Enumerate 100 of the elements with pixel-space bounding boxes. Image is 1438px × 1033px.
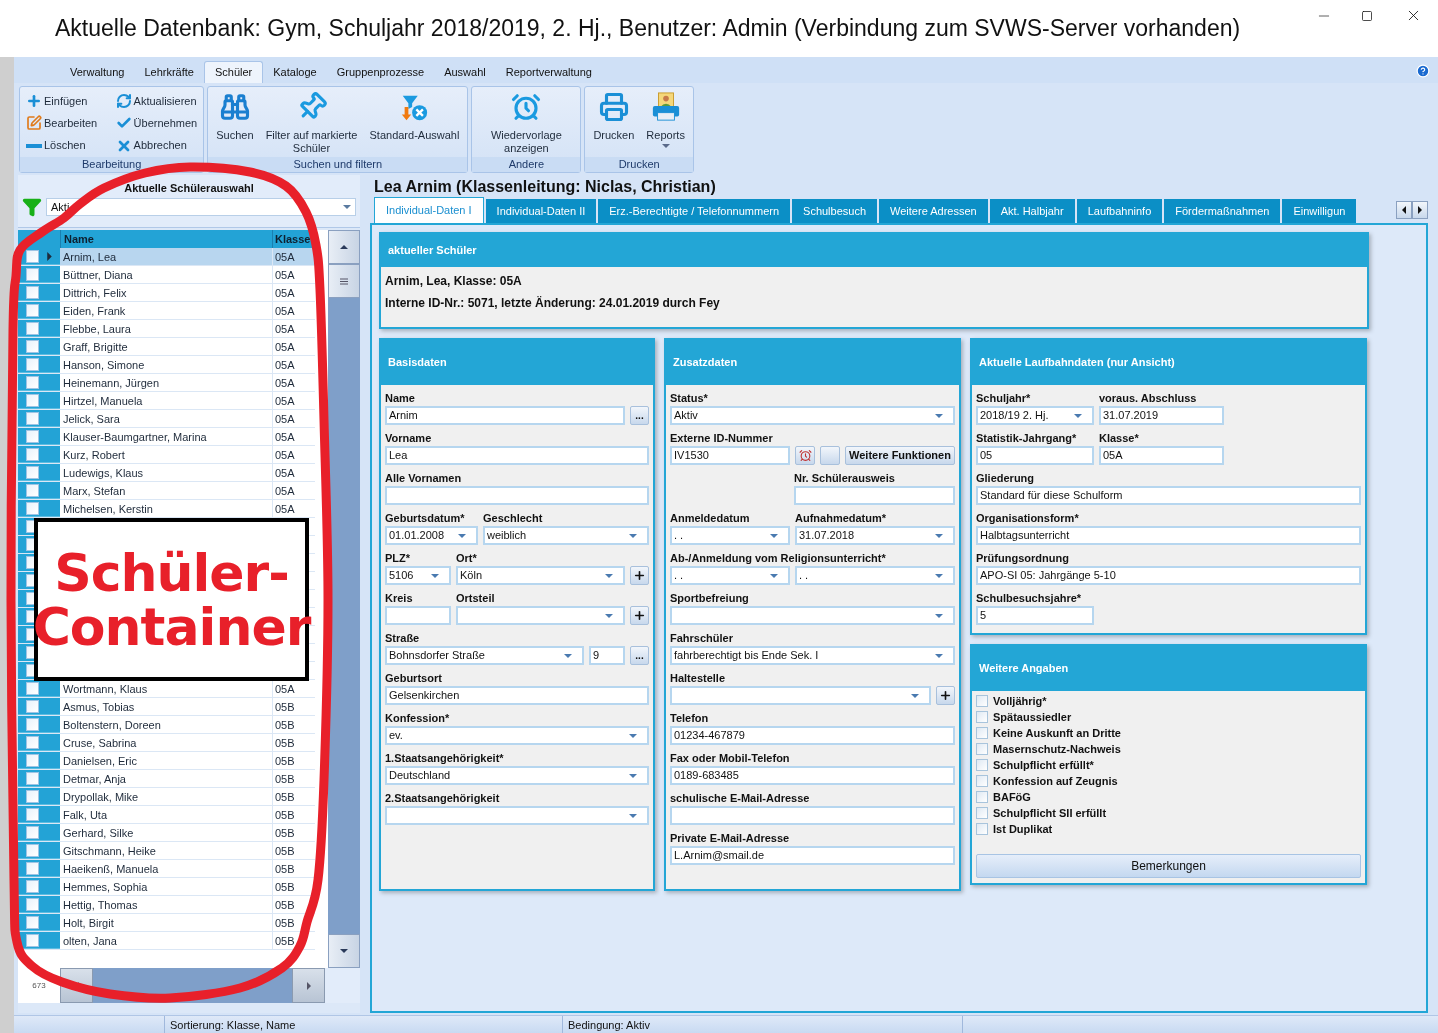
text-field[interactable]: Halbtagsunterricht	[976, 526, 1361, 545]
dropdown-field[interactable]: 5106	[385, 566, 451, 585]
row-checkbox[interactable]	[26, 933, 39, 947]
row-checkbox[interactable]	[26, 753, 39, 767]
scroll-thumb[interactable]	[328, 264, 360, 298]
ribbon-button[interactable]: Abbrechen	[113, 134, 200, 157]
row-checkbox[interactable]	[26, 574, 34, 587]
add-button[interactable]	[936, 686, 955, 705]
student-row[interactable]: Hirtzel, Manuela 05A	[18, 392, 315, 410]
student-row[interactable]: Arnim, Lea 05A	[18, 248, 315, 266]
student-row[interactable]: Büttner, Diana 05A	[18, 266, 315, 284]
row-checkbox[interactable]	[26, 735, 39, 749]
dropdown-field[interactable]: 31.07.2018	[795, 526, 955, 545]
ribbon-tab[interactable]: Verwaltung	[60, 61, 135, 83]
student-row[interactable]: Drypollak, Mike 05B	[18, 788, 315, 806]
row-checkbox[interactable]	[26, 897, 39, 911]
row-checkbox[interactable]	[26, 339, 39, 353]
ribbon-button[interactable]: Drucken	[589, 90, 639, 157]
student-row[interactable]: Detmar, Anja 05B	[18, 770, 315, 788]
maximize-icon[interactable]	[1361, 9, 1373, 22]
text-field[interactable]: 9	[589, 646, 625, 665]
checkbox[interactable]	[976, 711, 988, 723]
row-checkbox[interactable]	[26, 483, 39, 497]
row-checkbox[interactable]	[26, 861, 39, 875]
dropdown-field[interactable]: Bohnsdorfer Straße	[385, 646, 584, 665]
row-checkbox[interactable]	[26, 592, 34, 605]
tab[interactable]: Schulbesuch	[792, 199, 878, 223]
checkbox[interactable]	[976, 807, 988, 819]
text-field[interactable]: Arnim	[385, 406, 625, 425]
row-checkbox[interactable]	[26, 321, 39, 335]
ribbon-button[interactable]: Übernehmen	[113, 112, 200, 135]
help-icon[interactable]	[1416, 64, 1430, 78]
tab[interactable]: Weitere Adressen	[879, 199, 988, 223]
ribbon-button[interactable]: Wiedervorlage anzeigen	[476, 90, 577, 157]
ribbon-button[interactable]: Löschen	[24, 134, 110, 157]
filter-dropdown[interactable]: Akti	[46, 198, 356, 216]
ribbon-tab[interactable]: Auswahl	[434, 61, 496, 83]
row-checkbox[interactable]	[26, 520, 34, 533]
row-checkbox[interactable]	[26, 447, 39, 461]
checkbox[interactable]	[976, 775, 988, 787]
tab-scroll-right[interactable]	[1412, 201, 1428, 219]
row-checkbox[interactable]	[26, 538, 34, 551]
tab[interactable]: Einwilligun	[1282, 199, 1357, 223]
row-checkbox[interactable]	[26, 610, 34, 623]
checkbox[interactable]	[976, 727, 988, 739]
ribbon-button[interactable]: Filter auf markierte Schüler	[261, 90, 362, 157]
student-row[interactable]: olten, Jana 05B	[18, 932, 315, 950]
dropdown-field[interactable]: . .	[670, 526, 790, 545]
tab-scroll-left[interactable]	[1396, 201, 1412, 219]
student-row[interactable]: Ludewigs, Klaus 05A	[18, 464, 315, 482]
ribbon-tab[interactable]: Gruppenprozesse	[326, 61, 435, 83]
row-checkbox[interactable]	[26, 807, 39, 821]
row-checkbox[interactable]	[26, 249, 39, 263]
student-row[interactable]: Gitschmann, Heike 05B	[18, 842, 315, 860]
empty-button[interactable]	[820, 446, 840, 465]
row-checkbox[interactable]	[26, 681, 39, 695]
row-checkbox[interactable]	[26, 393, 39, 407]
functions-button[interactable]: Weitere Funktionen	[845, 446, 955, 465]
row-checkbox[interactable]	[26, 411, 39, 425]
scroll-right-button[interactable]	[292, 968, 325, 1003]
dropdown-field[interactable]: . .	[670, 566, 790, 585]
dropdown-field[interactable]: Deutschland	[385, 766, 649, 785]
row-checkbox[interactable]	[26, 771, 39, 785]
student-row[interactable]: Boltenstern, Doreen 05B	[18, 716, 315, 734]
row-checkbox[interactable]	[26, 267, 39, 281]
row-checkbox[interactable]	[26, 915, 39, 929]
row-checkbox[interactable]	[26, 789, 39, 803]
row-checkbox[interactable]	[26, 843, 39, 857]
student-row[interactable]: Cruse, Sabrina 05B	[18, 734, 315, 752]
row-checkbox[interactable]	[26, 465, 39, 479]
text-field[interactable]: 31.07.2019	[1099, 406, 1224, 425]
ribbon-button[interactable]: Reports	[642, 90, 689, 157]
text-field[interactable]: Standard für diese Schulform	[976, 486, 1361, 505]
dropdown-field[interactable]: Aktiv	[670, 406, 955, 425]
student-row[interactable]: Klauser-Baumgartner, Marina 05A	[18, 428, 315, 446]
student-row[interactable]: Dittrich, Felix 05A	[18, 284, 315, 302]
row-checkbox[interactable]	[26, 285, 39, 299]
remarks-button[interactable]: Bemerkungen	[976, 854, 1361, 878]
student-row[interactable]: Heinemann, Jürgen 05A	[18, 374, 315, 392]
text-field[interactable]: 0189-683485	[670, 766, 955, 785]
text-field[interactable]: IV1530	[670, 446, 790, 465]
row-checkbox[interactable]	[26, 646, 34, 659]
checkbox[interactable]	[976, 695, 988, 707]
add-button[interactable]	[630, 566, 649, 585]
text-field[interactable]	[385, 606, 451, 625]
row-checkbox[interactable]	[26, 375, 39, 389]
ribbon-button[interactable]: Bearbeiten	[24, 112, 110, 135]
dropdown-field[interactable]	[670, 606, 955, 625]
ribbon-button[interactable]: Standard-Auswahl	[365, 90, 464, 157]
row-checkbox[interactable]	[26, 825, 39, 839]
ribbon-tab[interactable]: Kataloge	[263, 61, 327, 83]
add-button[interactable]	[630, 606, 649, 625]
student-row[interactable]: Haeikenß, Manuela 05B	[18, 860, 315, 878]
dropdown-field[interactable]	[456, 606, 625, 625]
tab[interactable]: Laufbahninfo	[1076, 199, 1163, 223]
scroll-up-button[interactable]	[328, 230, 360, 264]
text-field[interactable]: 01234-467879	[670, 726, 955, 745]
ribbon-button[interactable]: Aktualisieren	[113, 90, 200, 112]
student-row[interactable]: Eiden, Frank 05A	[18, 302, 315, 320]
row-checkbox[interactable]	[26, 303, 39, 317]
